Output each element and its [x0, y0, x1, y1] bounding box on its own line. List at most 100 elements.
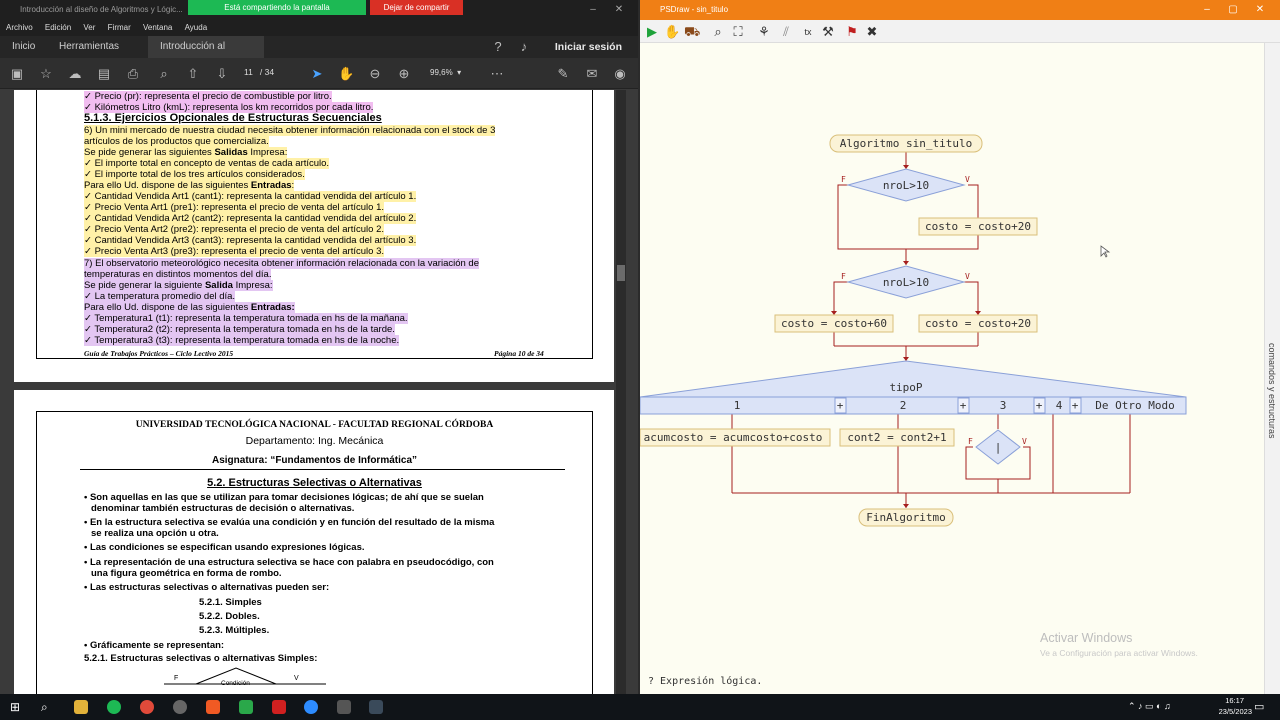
maximize-icon[interactable]: ▢	[1220, 0, 1246, 20]
pdf-text-line: temperaturas en distintos momentos del d…	[84, 269, 272, 280]
case-1-label: 1	[734, 399, 741, 412]
tab-inicio[interactable]: Inicio	[0, 36, 47, 58]
department-header: Departamento: Ing. Mecánica	[245, 435, 384, 447]
zoom-select[interactable]: 99,6% ▾	[430, 68, 461, 77]
plus-icon[interactable]: +	[1072, 399, 1079, 412]
page-footer-left: Guía de Trabajos Prácticos – Ciclo Lecti…	[84, 349, 234, 358]
zoom-in-icon[interactable]: ⊕	[396, 66, 412, 82]
header-divider	[80, 469, 565, 470]
flowchart-canvas[interactable]: Algoritmo sin_titulo nroL>10 F V costo =…	[639, 43, 1264, 694]
fit-icon[interactable]: ⛶	[730, 24, 746, 40]
pdf-text-line: ✓ Precio Venta Art3 (pre3): representa e…	[84, 246, 384, 257]
case-4-label: 4	[1056, 399, 1063, 412]
minimize-icon[interactable]: –	[580, 0, 606, 20]
account-icon[interactable]: ◉	[612, 66, 628, 82]
help-icon[interactable]: ?	[490, 39, 506, 55]
close-icon[interactable]: ✕	[606, 0, 632, 20]
tray-icons[interactable]: ⌃ ♪ ▭ ◐ ♫	[1128, 701, 1171, 712]
upload-icon[interactable]: ☁	[67, 66, 83, 82]
star-icon[interactable]: ☆	[38, 66, 54, 82]
sign-in-button[interactable]: Iniciar sesión	[555, 36, 622, 58]
menu-edicion[interactable]: Edición	[45, 23, 71, 32]
pdf-text-bold: Salidas	[214, 147, 248, 158]
taskbar: ⊞ ⌕ ⌃ ♪ ▭ ◐ ♫ 16:17 23/5/2023 ▭	[0, 694, 1280, 720]
bell-icon[interactable]: ♪	[516, 39, 532, 55]
document-icon[interactable]: ▤	[96, 66, 112, 82]
true-label: V	[965, 175, 970, 184]
menu-archivo[interactable]: Archivo	[6, 23, 33, 32]
pdf-text-line: 7) El observatorio meteorológico necesit…	[84, 258, 480, 269]
tab-document[interactable]: Introducción al dise... ×	[148, 36, 264, 74]
zoom-icon[interactable]: ⌕	[710, 24, 726, 40]
assign-label: costo = costo+20	[925, 220, 1031, 233]
zoom-icon[interactable]	[304, 700, 318, 714]
minimize-icon[interactable]: –	[1194, 0, 1220, 20]
case-2-label: 2	[900, 399, 907, 412]
car-icon[interactable]: ⛟	[684, 24, 700, 40]
zoom-out-icon[interactable]: ⊖	[367, 66, 383, 82]
tab-herramientas[interactable]: Herramientas	[47, 36, 131, 58]
condition-label: Condición	[221, 680, 250, 687]
text-mode-icon[interactable]: tx	[800, 24, 816, 40]
page-down-icon[interactable]: ⇩	[214, 66, 230, 82]
plus-icon[interactable]: +	[1036, 399, 1043, 412]
notifications-icon[interactable]: ▭	[1254, 700, 1264, 713]
chrome-icon[interactable]	[140, 700, 154, 714]
run-icon[interactable]: ▶	[644, 24, 660, 40]
page-current[interactable]: 11	[244, 67, 253, 77]
comments-icon[interactable]: ⚘	[756, 24, 772, 40]
file-explorer-icon[interactable]	[74, 700, 88, 714]
clock-date[interactable]: 23/5/2023	[1219, 707, 1252, 716]
pdf-page-11: UNIVERSIDAD TECNOLÓGICA NACIONAL - FACUL…	[14, 390, 614, 694]
arrowheads	[831, 165, 981, 508]
psdraw-window: PSDraw - sin_titulo – ▢ ✕ ▶ ✋ ⛟ ⌕ ⛶ ⚘ ⫽ …	[639, 0, 1280, 694]
acrobat-icon[interactable]	[272, 700, 286, 714]
pdf-text: Para ello Ud. dispone de las siguientes	[84, 180, 251, 191]
page-up-icon[interactable]: ⇧	[185, 66, 201, 82]
sidebar-label[interactable]: comandos y estructuras	[1267, 343, 1277, 439]
psdraw-icon[interactable]	[369, 700, 383, 714]
stop-sharing-button[interactable]: Dejar de compartir	[370, 0, 463, 15]
hand-icon[interactable]: ✋	[664, 24, 680, 40]
false-label: F	[968, 437, 973, 446]
menu-ventana[interactable]: Ventana	[143, 23, 172, 32]
select-cursor-icon[interactable]: ➤	[309, 66, 325, 82]
app-green-icon[interactable]	[239, 700, 253, 714]
plus-icon[interactable]: +	[837, 399, 844, 412]
pdf-text: Se pide generar las siguientes	[84, 147, 215, 158]
pdf-text-line: ✓ Temperatura1 (t1): representa la tempe…	[84, 313, 408, 324]
hand-icon[interactable]: ✋	[338, 66, 354, 82]
menu-firmar[interactable]: Firmar	[108, 23, 131, 32]
bullet-line: se realiza una opción u otra.	[91, 528, 219, 539]
menu-ver[interactable]: Ver	[83, 23, 95, 32]
psdraw-window-title: PSDraw - sin_titulo	[660, 5, 729, 14]
pdf-text-bold: Entradas	[250, 180, 292, 191]
pdf-scrollbar-thumb[interactable]	[617, 265, 625, 281]
commands-sidebar[interactable]: comandos y estructuras	[1264, 43, 1280, 694]
sign-icon[interactable]: ✎	[555, 66, 571, 82]
print-icon[interactable]: ⎙	[125, 66, 141, 82]
more-icon[interactable]: ⋯	[489, 66, 505, 82]
shrink-icon[interactable]: ⫽	[778, 24, 794, 40]
bullet-line: • Las estructuras selectivas o alternati…	[84, 582, 330, 593]
tools-icon[interactable]: ⚒	[820, 24, 836, 40]
page-indicator[interactable]: 11 / 34	[244, 67, 274, 77]
windows-start-icon[interactable]: ⊞	[10, 700, 24, 714]
spotify-icon[interactable]	[107, 700, 121, 714]
decision-1-label: nroL>10	[883, 179, 929, 192]
zoom-search-icon[interactable]: ⌕	[156, 66, 172, 82]
close-icon[interactable]: ✕	[1247, 0, 1273, 20]
brave-icon[interactable]	[206, 700, 220, 714]
plus-icon[interactable]: +	[960, 399, 967, 412]
help-icon[interactable]: ⚑	[844, 24, 860, 40]
false-label: F	[174, 675, 178, 682]
pdf-scrollbar[interactable]	[616, 90, 626, 694]
mail-icon[interactable]: ✉	[584, 66, 600, 82]
menu-ayuda[interactable]: Ayuda	[185, 23, 208, 32]
app-icon[interactable]	[173, 700, 187, 714]
search-icon[interactable]: ⌕	[41, 700, 55, 714]
pseint-icon[interactable]	[337, 700, 351, 714]
clock-time[interactable]: 16:17	[1225, 696, 1244, 705]
close-tool-icon[interactable]: ✖	[864, 24, 880, 40]
save-icon[interactable]: ▣	[9, 66, 25, 82]
